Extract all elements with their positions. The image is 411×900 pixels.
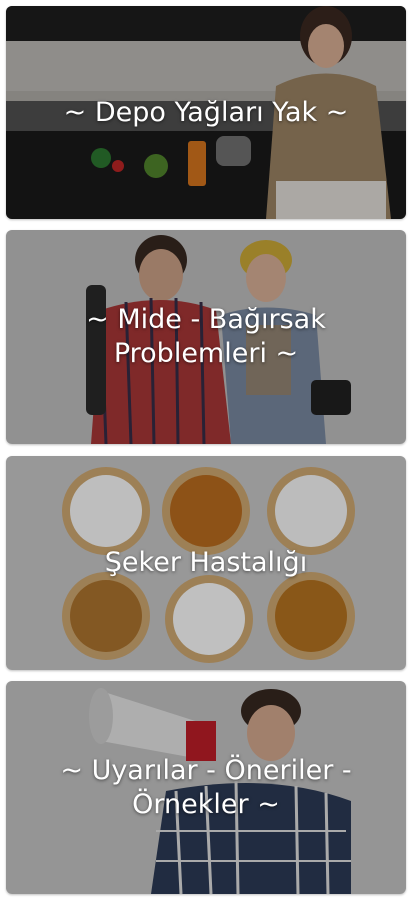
card-title: ~ Uyarılar - Öneriler - Örnekler ~: [60, 754, 352, 820]
category-card-seker-hastaligi[interactable]: Şeker Hastalığı: [6, 456, 406, 670]
category-card-uyarilar-oneriler[interactable]: ~ Uyarılar - Öneriler - Örnekler ~: [6, 681, 406, 894]
category-list: ~ Depo Yağları Yak ~ ~ Mide - Bağırsak P…: [0, 0, 411, 900]
category-card-mide-bagirsak[interactable]: ~ Mide - Bağırsak Problemleri ~: [6, 230, 406, 444]
category-card-depo-yaglari[interactable]: ~ Depo Yağları Yak ~: [6, 6, 406, 219]
card-title: Şeker Hastalığı: [104, 547, 308, 578]
card-title: ~ Mide - Bağırsak Problemleri ~: [86, 304, 326, 369]
card-title: ~ Depo Yağları Yak ~: [63, 96, 349, 128]
